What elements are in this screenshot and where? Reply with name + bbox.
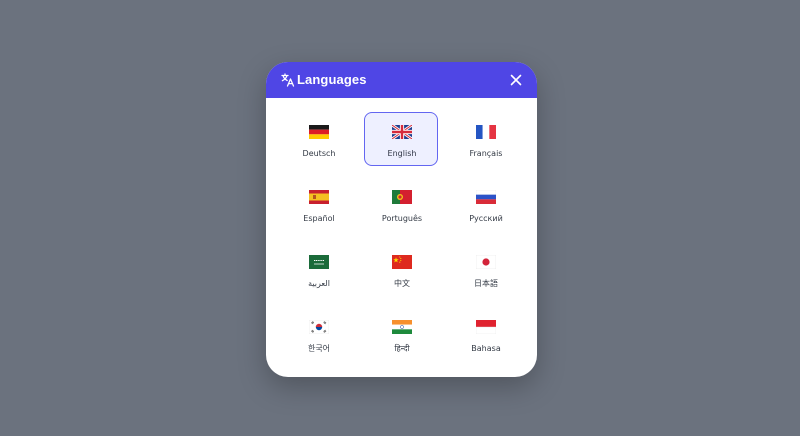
language-label: English bbox=[387, 149, 417, 158]
china-flag-icon bbox=[392, 255, 412, 269]
language-label: Español bbox=[303, 214, 335, 223]
languages-dialog: Languages Deutsch English Français Españ… bbox=[266, 62, 537, 377]
language-option-hindi[interactable]: हिन्दी bbox=[364, 307, 438, 361]
dialog-title: Languages bbox=[297, 72, 367, 87]
language-label: हिन्दी bbox=[394, 344, 410, 353]
language-label: 日本語 bbox=[474, 279, 498, 288]
language-option-russian[interactable]: Русский bbox=[448, 177, 522, 231]
germany-flag-icon bbox=[309, 125, 329, 139]
japan-flag-icon bbox=[476, 255, 496, 269]
language-option-korean[interactable]: 한국어 bbox=[281, 307, 355, 361]
united-kingdom-flag-icon bbox=[392, 125, 412, 139]
india-flag-icon bbox=[392, 320, 412, 334]
language-label: Русский bbox=[469, 214, 503, 223]
south-korea-flag-icon bbox=[309, 320, 329, 334]
language-label: Português bbox=[381, 214, 423, 223]
close-icon[interactable] bbox=[509, 73, 523, 87]
language-grid: Deutsch English Français Español Portugu… bbox=[266, 98, 537, 377]
language-label: Deutsch bbox=[302, 149, 336, 158]
saudi-arabia-flag-icon bbox=[309, 255, 329, 269]
language-option-espanol[interactable]: Español bbox=[281, 177, 355, 231]
indonesia-flag-icon bbox=[476, 320, 496, 334]
language-label: Bahasa bbox=[471, 344, 501, 353]
spain-flag-icon bbox=[309, 190, 329, 204]
language-label: 中文 bbox=[394, 279, 410, 288]
language-option-francais[interactable]: Français bbox=[448, 112, 522, 166]
language-option-arabic[interactable]: العربية bbox=[281, 242, 355, 296]
translate-icon bbox=[281, 73, 295, 87]
language-label: العربية bbox=[308, 279, 330, 288]
dialog-header: Languages bbox=[266, 62, 537, 98]
language-label: Français bbox=[469, 149, 503, 158]
language-option-english[interactable]: English bbox=[364, 112, 438, 166]
language-label: 한국어 bbox=[307, 344, 331, 353]
language-option-portugues[interactable]: Português bbox=[364, 177, 438, 231]
france-flag-icon bbox=[476, 125, 496, 139]
russia-flag-icon bbox=[476, 190, 496, 204]
language-option-bahasa[interactable]: Bahasa bbox=[448, 307, 522, 361]
language-option-deutsch[interactable]: Deutsch bbox=[281, 112, 355, 166]
language-option-chinese[interactable]: 中文 bbox=[364, 242, 438, 296]
portugal-flag-icon bbox=[392, 190, 412, 204]
language-option-japanese[interactable]: 日本語 bbox=[448, 242, 522, 296]
